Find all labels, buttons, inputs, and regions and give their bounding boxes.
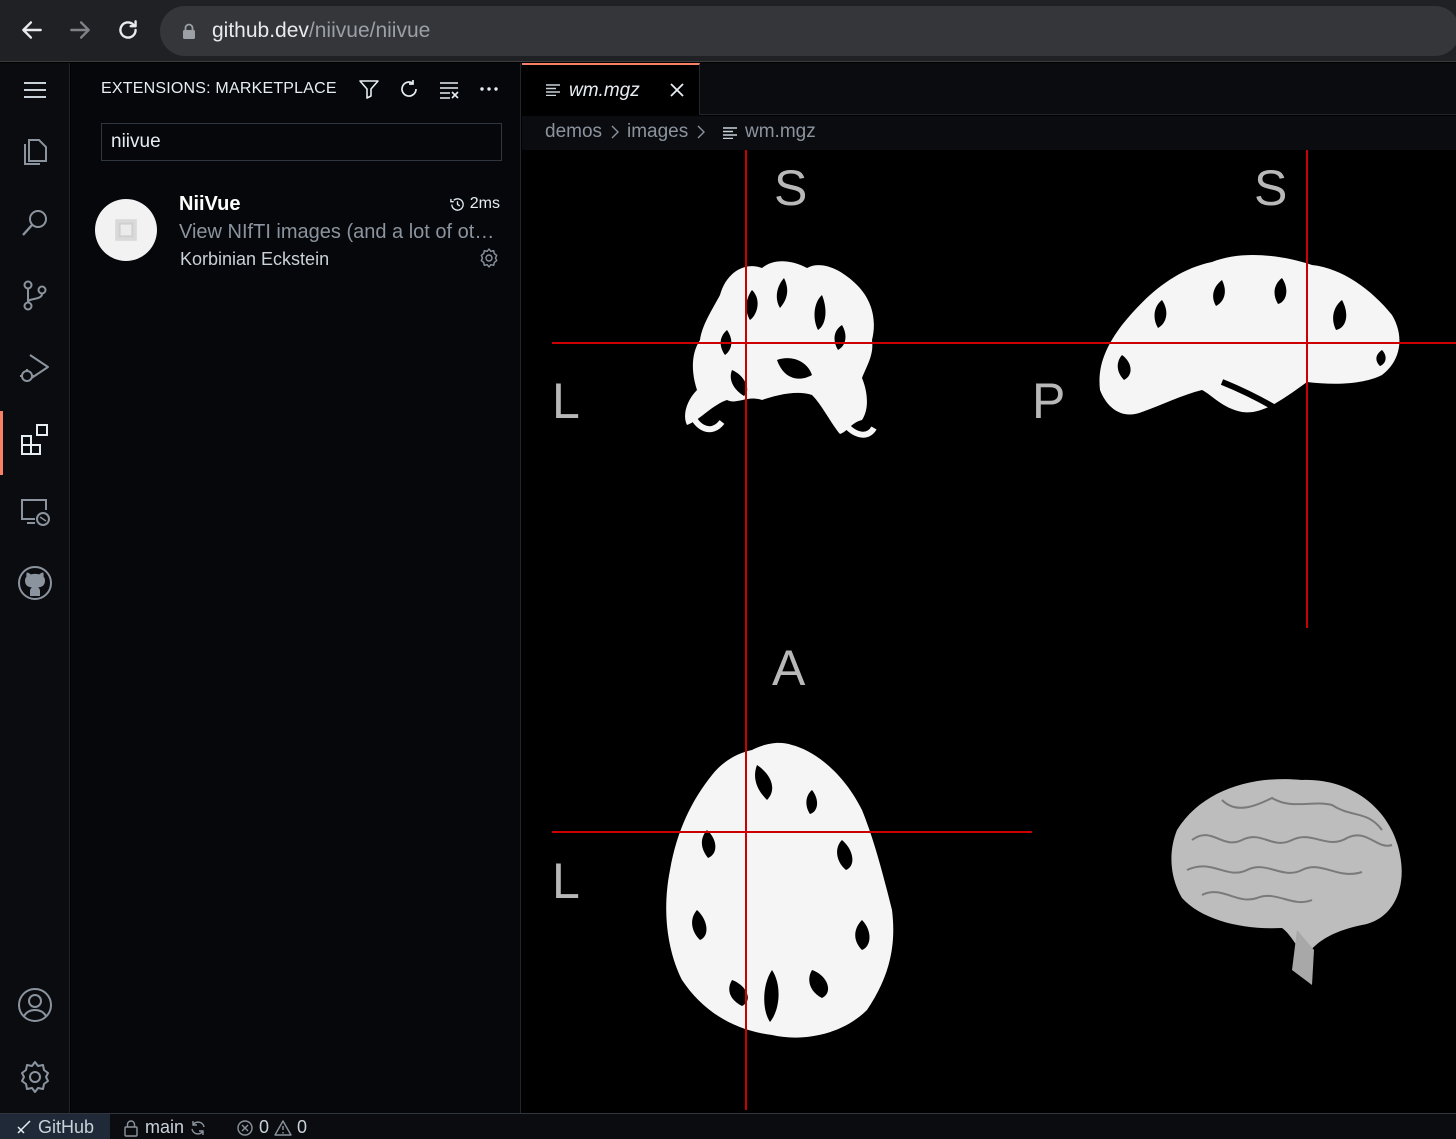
axial-left-label: L: [552, 853, 580, 909]
editor-tabs: wm.mgz: [522, 63, 1456, 115]
file-lines-icon: [546, 84, 560, 96]
breadcrumb: demos images wm.mgz: [522, 116, 1456, 150]
github-icon[interactable]: [0, 551, 70, 615]
activity-bar: [0, 63, 70, 1113]
lock-icon: [124, 1119, 138, 1137]
axial-top-label: A: [772, 640, 806, 696]
tab-label: wm.mgz: [569, 80, 640, 101]
branch-indicator[interactable]: main: [122, 1117, 207, 1138]
extensions-sidebar: EXTENSIONS: MARKETPLACE NiiVue 2ms: [71, 63, 521, 1113]
problems-indicator[interactable]: 0 0: [236, 1117, 307, 1138]
explorer-icon[interactable]: [0, 119, 70, 183]
sidebar-actions: [356, 75, 502, 103]
back-icon[interactable]: [14, 12, 50, 48]
error-count: 0: [259, 1117, 270, 1137]
sync-icon[interactable]: [189, 1119, 207, 1137]
extension-list-item[interactable]: NiiVue 2ms View NIfTI images (and a lot …: [71, 183, 520, 275]
remote-indicator[interactable]: GitHub: [0, 1114, 110, 1139]
breadcrumb-item[interactable]: images: [627, 121, 688, 143]
breadcrumb-item[interactable]: wm.mgz: [745, 121, 816, 143]
coronal-top-label: S: [774, 160, 807, 216]
search-icon[interactable]: [0, 191, 70, 255]
url-text: github.dev/niivue/niivue: [212, 19, 430, 43]
breadcrumb-item[interactable]: demos: [545, 121, 602, 143]
file-lines-icon: [723, 127, 737, 139]
lock-icon: [183, 23, 195, 39]
warning-count: 0: [297, 1117, 308, 1137]
extension-description: View NIfTI images (and a lot of other fo…: [179, 221, 504, 243]
more-actions-icon[interactable]: [476, 75, 502, 103]
browser-toolbar: github.dev/niivue/niivue: [0, 0, 1456, 62]
source-control-icon[interactable]: [0, 263, 70, 327]
reload-icon[interactable]: [110, 12, 146, 48]
sagittal-top-label: S: [1254, 160, 1287, 216]
url-host: github.dev: [212, 19, 309, 42]
refresh-icon[interactable]: [396, 75, 422, 103]
editor-area: wm.mgz demos images wm.mgz S L S P A L: [522, 63, 1456, 1113]
forward-icon[interactable]: [62, 12, 98, 48]
accounts-icon[interactable]: [0, 973, 70, 1037]
extension-name: NiiVue: [179, 193, 241, 215]
sagittal-left-label: P: [1032, 373, 1065, 429]
branch-label: main: [145, 1117, 185, 1137]
niivue-canvas[interactable]: S L S P A L: [522, 150, 1456, 1113]
chevron-right-icon: [611, 125, 619, 139]
settings-gear-icon[interactable]: [0, 1045, 70, 1109]
extension-logo: [95, 199, 157, 261]
activation-time: 2ms: [449, 195, 500, 213]
tab-wm-mgz[interactable]: wm.mgz: [522, 63, 700, 115]
extension-author: Korbinian Eckstein: [180, 249, 330, 269]
sidebar-title: EXTENSIONS: MARKETPLACE: [101, 80, 337, 97]
run-debug-icon[interactable]: [0, 335, 70, 399]
remote-label: GitHub: [38, 1116, 95, 1137]
brain-viewer-svg[interactable]: S L S P A L: [522, 150, 1456, 1113]
extensions-icon[interactable]: [0, 407, 70, 475]
url-path: /niivue/niivue: [308, 19, 431, 42]
error-icon: [237, 1119, 253, 1136]
status-bar: GitHub main 0 0: [0, 1113, 1456, 1139]
activation-time-label: 2ms: [469, 195, 500, 212]
chevron-right-icon: [697, 125, 705, 139]
menu-icon[interactable]: [0, 58, 70, 122]
address-bar[interactable]: github.dev/niivue/niivue: [160, 6, 1456, 56]
extension-search-input[interactable]: [101, 123, 502, 161]
clear-results-icon[interactable]: [436, 75, 462, 103]
manage-gear-icon[interactable]: [478, 247, 500, 269]
close-icon[interactable]: [668, 81, 686, 99]
remote-explorer-icon[interactable]: [0, 479, 70, 543]
history-icon: [449, 197, 464, 211]
filter-icon[interactable]: [356, 75, 382, 103]
coronal-left-label: L: [552, 373, 580, 429]
warning-icon: [274, 1119, 292, 1136]
remote-icon: [17, 1120, 31, 1134]
